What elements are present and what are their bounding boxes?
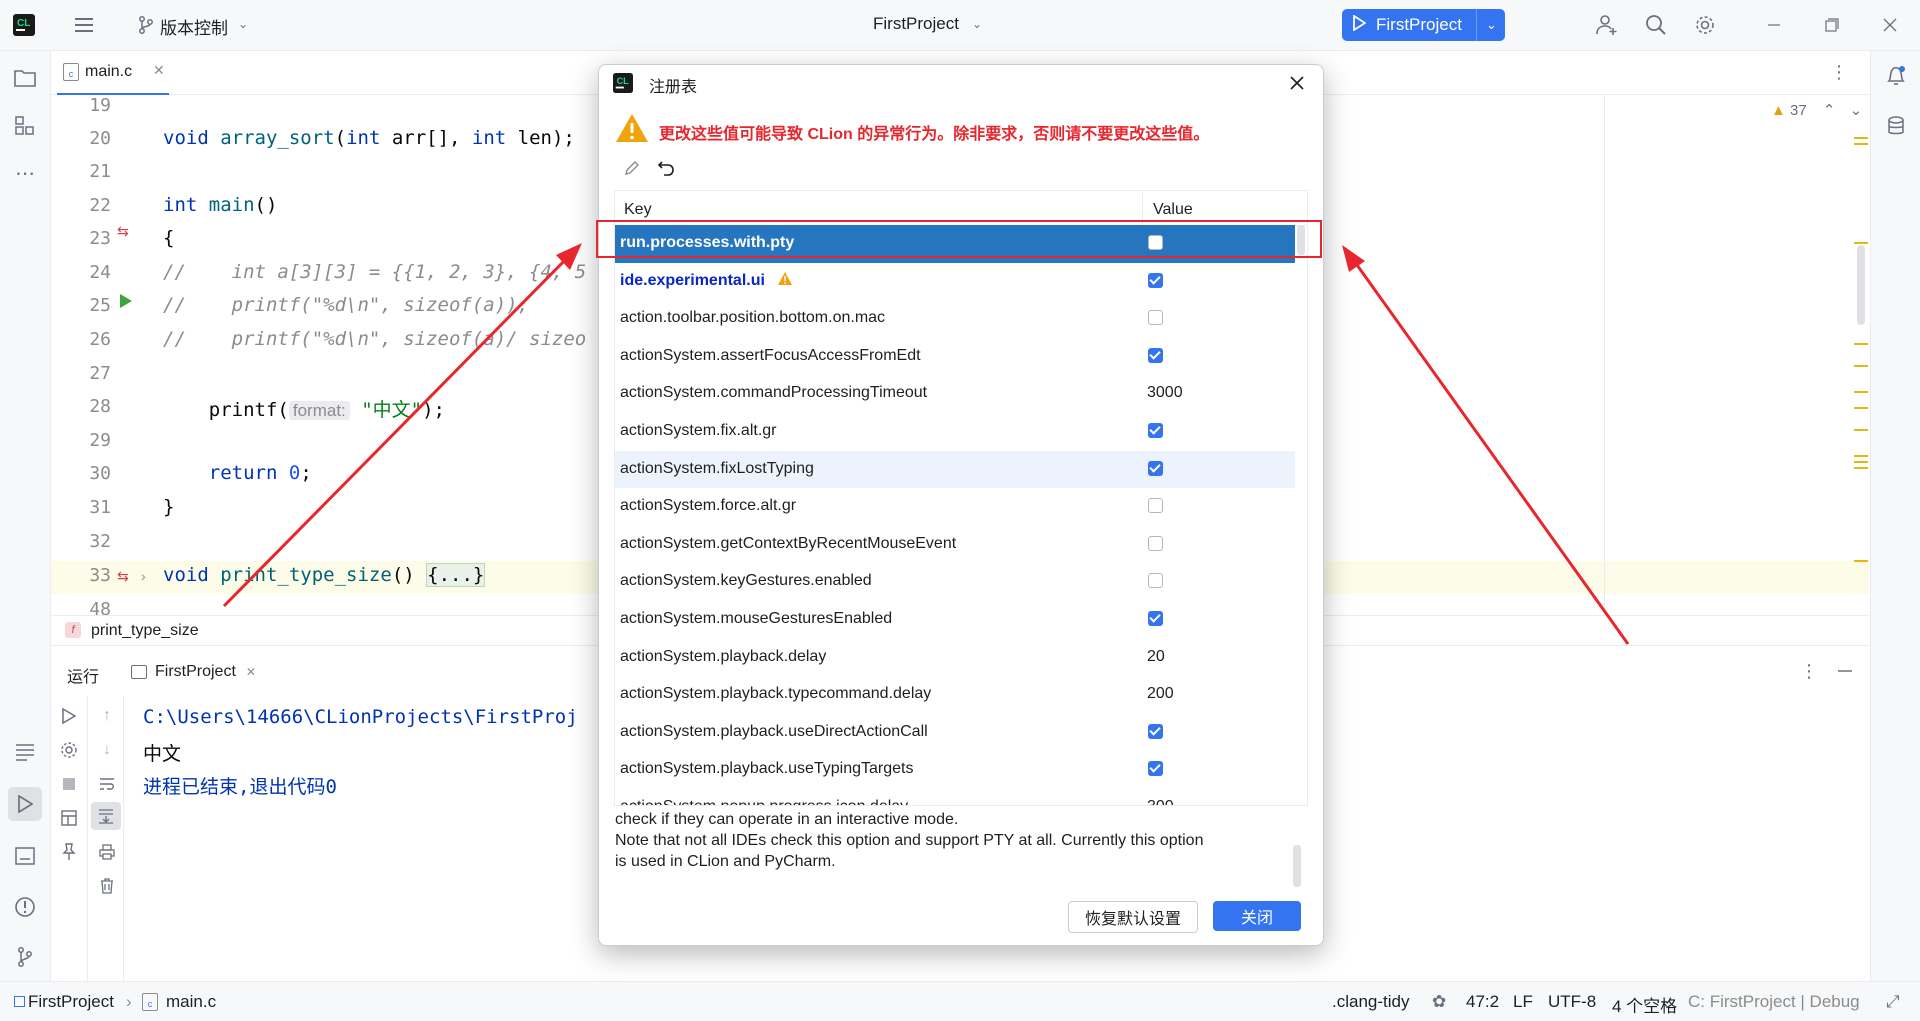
annotation-arrow-left bbox=[222, 251, 574, 608]
annotation-highlight-box bbox=[596, 220, 1322, 258]
annotation-overlay bbox=[222, 220, 1630, 645]
annotation-arrowhead-right bbox=[1342, 245, 1365, 272]
annotation-arrow-right bbox=[1350, 257, 1630, 645]
